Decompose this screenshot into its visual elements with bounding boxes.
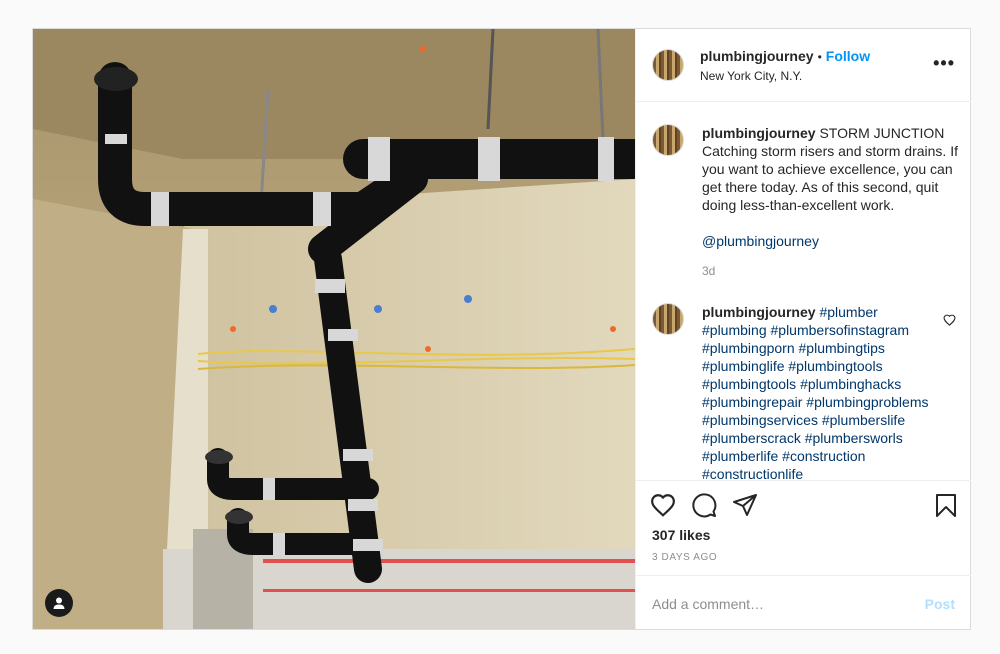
hashtag-link[interactable]: #plumbingtools bbox=[788, 358, 882, 374]
hashtag-link[interactable]: #plumbinghacks bbox=[800, 376, 901, 392]
avatar[interactable] bbox=[652, 49, 684, 81]
comment-composer: Add a comment… Post bbox=[636, 575, 971, 630]
caption-mention[interactable]: @plumbingjourney bbox=[702, 232, 962, 250]
location-label[interactable]: New York City, N.Y. bbox=[700, 69, 802, 83]
hashtag-link[interactable]: #plumberslife bbox=[822, 412, 905, 428]
pipe-photo-illustration bbox=[33, 29, 635, 629]
hashtag-link[interactable]: #plumbinglife bbox=[702, 358, 785, 374]
hashtag-link[interactable]: #plumbing bbox=[702, 322, 767, 338]
avatar[interactable] bbox=[652, 303, 684, 335]
share-icon[interactable] bbox=[732, 493, 758, 522]
hashtag-link[interactable]: #plumberlife bbox=[702, 448, 778, 464]
hashtag-link[interactable]: #plumbersworls bbox=[805, 430, 903, 446]
likes-count[interactable]: 307 likes bbox=[652, 527, 710, 543]
hashtag-link[interactable]: #constructionlife bbox=[702, 466, 803, 480]
avatar[interactable] bbox=[652, 124, 684, 156]
post-photo[interactable] bbox=[33, 29, 635, 629]
hashtag-link[interactable]: #plumbingtools bbox=[702, 376, 796, 392]
bookmark-icon[interactable] bbox=[935, 493, 957, 523]
heart-icon[interactable] bbox=[650, 493, 676, 522]
hashtag-link[interactable]: #construction bbox=[782, 448, 865, 464]
caption-time[interactable]: 3d bbox=[702, 262, 962, 280]
comment-text: plumbingjourney #plumber #plumbing #plum… bbox=[702, 303, 937, 480]
action-bar bbox=[636, 480, 971, 529]
comment-input[interactable]: Add a comment… bbox=[652, 596, 764, 612]
hashtag-link[interactable]: #plumbingrepair bbox=[702, 394, 802, 410]
separator-dot: • bbox=[817, 50, 822, 64]
comments-list[interactable]: plumbingjourney STORM JUNCTION Catching … bbox=[636, 102, 971, 480]
follow-button[interactable]: Follow bbox=[826, 48, 870, 64]
more-options-icon[interactable]: ••• bbox=[933, 53, 955, 74]
hashtag-link[interactable]: #plumbingservices bbox=[702, 412, 818, 428]
user-tag-icon[interactable] bbox=[45, 589, 73, 617]
post-side-panel: plumbingjourney • Follow New York City, N.… bbox=[635, 29, 971, 629]
comment-like-icon[interactable] bbox=[943, 313, 956, 331]
caption-username[interactable]: plumbingjourney bbox=[702, 125, 816, 141]
caption-text: plumbingjourney STORM JUNCTION Catching … bbox=[702, 124, 962, 280]
post-card: plumbingjourney • Follow New York City, N.… bbox=[32, 28, 971, 630]
comment-username[interactable]: plumbingjourney bbox=[702, 304, 816, 320]
hashtag-link[interactable]: #plumbersofinstagram bbox=[771, 322, 910, 338]
post-button[interactable]: Post bbox=[925, 596, 955, 612]
header-user-line: plumbingjourney • Follow bbox=[700, 48, 870, 64]
post-timestamp[interactable]: 3 DAYS AGO bbox=[652, 552, 717, 563]
hashtag-link[interactable]: #plumbingporn bbox=[702, 340, 795, 356]
hashtag-link[interactable]: #plumbingproblems bbox=[806, 394, 928, 410]
hashtag-link[interactable]: #plumber bbox=[819, 304, 877, 320]
post-header: plumbingjourney • Follow New York City, N.… bbox=[636, 29, 971, 102]
comment-icon[interactable] bbox=[691, 492, 717, 523]
hashtag-link[interactable]: #plumbingtips bbox=[799, 340, 885, 356]
hashtag-link[interactable]: #plumberscrack bbox=[702, 430, 801, 446]
header-username[interactable]: plumbingjourney bbox=[700, 48, 814, 64]
